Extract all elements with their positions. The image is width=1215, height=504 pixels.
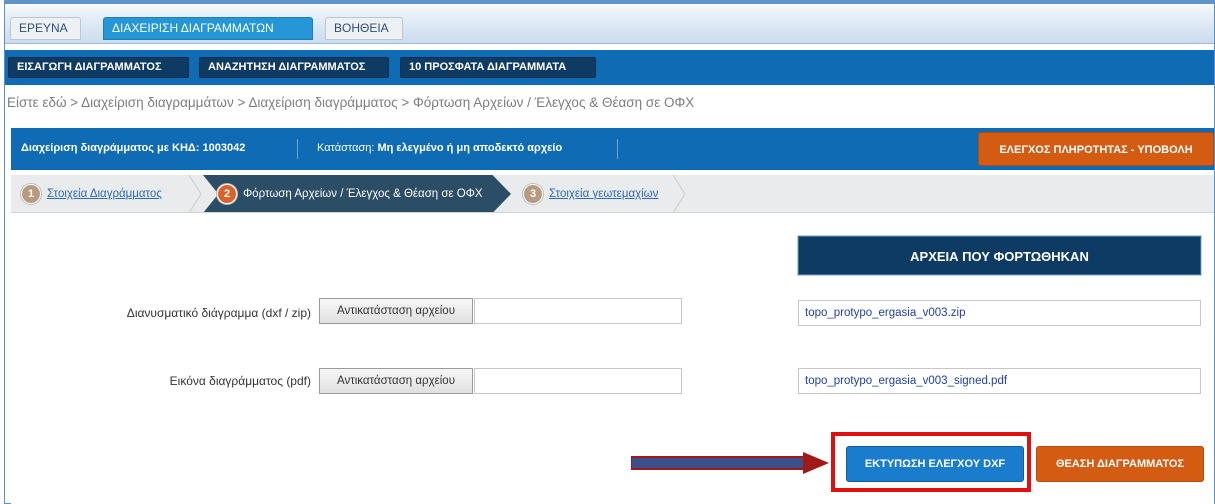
wizard-steps: 1 Στοιχεία Διαγράμματος 2 Φόρτωση Αρχείω… bbox=[11, 175, 1214, 213]
tab-help[interactable]: ΒΟΗΘΕΙΑ bbox=[325, 17, 403, 40]
divider bbox=[297, 139, 298, 159]
step-parcel-details[interactable]: 3 Στοιχεία γεωτεμαχίων bbox=[523, 175, 658, 212]
uploaded-vector-file[interactable]: topo_protypo_ergasia_v003.zip bbox=[798, 300, 1201, 326]
upload-panel: ΑΡΧΕΙΑ ΠΟΥ ΦΟΡΤΩΘΗΚΑΝ Διανυσματικό διάγρ… bbox=[11, 214, 1214, 504]
tab-search[interactable]: ΕΡΕΥΝΑ bbox=[10, 17, 81, 40]
vector-file-field[interactable] bbox=[474, 298, 682, 324]
diagram-status: Κατάσταση: Μη ελεγμένο ή μη αποδεκτό αρχ… bbox=[317, 142, 562, 154]
step-file-upload[interactable]: 2 Φόρτωση Αρχείων / Έλεγχος & Θέαση σε Ο… bbox=[217, 175, 483, 212]
status-label: Κατάσταση: bbox=[317, 142, 375, 154]
app-frame: ΕΡΕΥΝΑ ΔΙΑΧΕΙΡΙΣΗ ΔΙΑΓΡΑΜΜΑΤΩΝ ΒΟΗΘΕΙΑ Ε… bbox=[4, 0, 1215, 504]
breadcrumb: Είστε εδώ > Διαχείριση διαγραμμάτων > Δι… bbox=[7, 95, 695, 110]
step-label[interactable]: Στοιχεία Διαγράμματος bbox=[47, 188, 162, 200]
step-label: Φόρτωση Αρχείων / Έλεγχος & Θέαση σε ΟΦΧ bbox=[243, 188, 483, 200]
step-number: 2 bbox=[217, 184, 237, 204]
step-diagram-details[interactable]: 1 Στοιχεία Διαγράμματος bbox=[21, 175, 162, 212]
divider bbox=[617, 139, 618, 159]
main-menu-bar: ΕΙΣΑΓΩΓΗ ΔΙΑΓΡΑΜΜΑΤΟΣ ΑΝΑΖΗΤΗΣΗ ΔΙΑΓΡΑΜΜ… bbox=[5, 50, 1214, 85]
step-number: 3 bbox=[523, 184, 543, 204]
top-strip bbox=[5, 0, 1214, 4]
arrow-right-icon bbox=[631, 452, 829, 474]
chevron-right-icon bbox=[188, 175, 202, 212]
uploaded-image-file[interactable]: topo_protypo_ergasia_v003_signed.pdf bbox=[798, 368, 1201, 394]
step-number: 1 bbox=[21, 184, 41, 204]
replace-image-file-button[interactable]: Αντικατάσταση αρχείου bbox=[319, 368, 473, 394]
step-label[interactable]: Στοιχεία γεωτεμαχίων bbox=[549, 188, 658, 200]
uploaded-files-header: ΑΡΧΕΙΑ ΠΟΥ ΦΟΡΤΩΘΗΚΑΝ bbox=[798, 236, 1201, 275]
import-diagram-button[interactable]: ΕΙΣΑΓΩΓΗ ΔΙΑΓΡΑΜΜΑΤΟΣ bbox=[8, 57, 189, 78]
diagram-image-label: Εικόνα διαγράμματος (pdf) bbox=[169, 374, 311, 388]
diagram-info-bar: Διαχείριση διαγράμματος με ΚΗΔ: 1003042 … bbox=[11, 128, 1214, 170]
top-tab-bar: ΕΡΕΥΝΑ ΔΙΑΧΕΙΡΙΣΗ ΔΙΑΓΡΑΜΜΑΤΩΝ ΒΟΗΘΕΙΑ bbox=[5, 0, 1214, 44]
diagram-title: Διαχείριση διαγράμματος με ΚΗΔ: 1003042 bbox=[21, 142, 246, 154]
chevron-right-icon bbox=[672, 175, 686, 212]
view-diagram-button[interactable]: ΘΕΑΣΗ ΔΙΑΓΡΑΜΜΑΤΟΣ bbox=[1036, 446, 1204, 482]
status-value: Μη ελεγμένο ή μη αποδεκτό αρχείο bbox=[377, 142, 563, 154]
recent-diagrams-button[interactable]: 10 ΠΡΟΣΦΑΤΑ ΔΙΑΓΡΑΜΜΑΤΑ bbox=[400, 57, 596, 78]
print-dxf-check-button[interactable]: ΕΚΤΥΠΩΣΗ ΕΛΕΓΧΟΥ DXF bbox=[846, 446, 1024, 482]
vector-diagram-label: Διανυσματικό διάγραμμα (dxf / zip) bbox=[126, 306, 311, 320]
completeness-check-submit-button[interactable]: ΕΛΕΓΧΟΣ ΠΛΗΡΟΤΗΤΑΣ - ΥΠΟΒΟΛΗ bbox=[978, 132, 1214, 166]
replace-vector-file-button[interactable]: Αντικατάσταση αρχείου bbox=[319, 298, 473, 324]
tab-manage-diagrams[interactable]: ΔΙΑΧΕΙΡΙΣΗ ΔΙΑΓΡΑΜΜΑΤΩΝ bbox=[103, 17, 313, 40]
search-diagram-button[interactable]: ΑΝΑΖΗΤΗΣΗ ΔΙΑΓΡΑΜΜΑΤΟΣ bbox=[199, 57, 389, 78]
image-file-field[interactable] bbox=[474, 368, 682, 394]
